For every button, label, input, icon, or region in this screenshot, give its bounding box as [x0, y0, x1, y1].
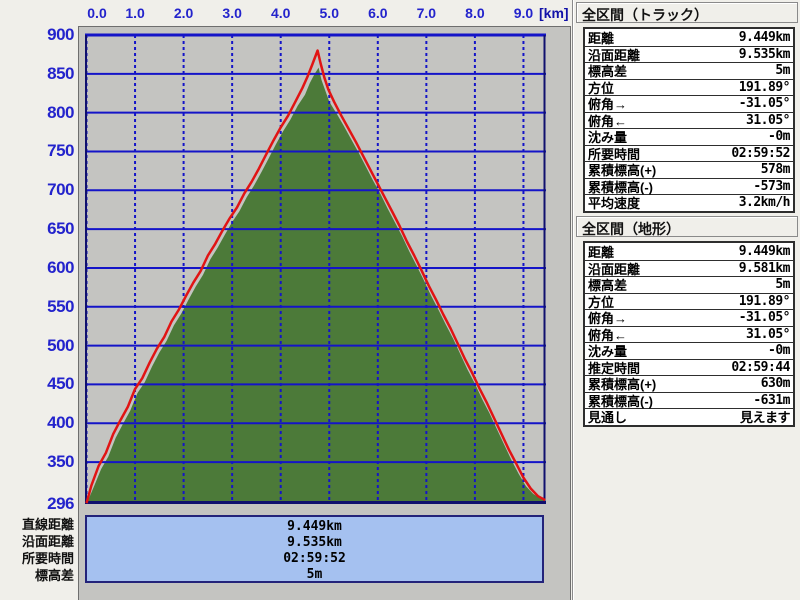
- stat-value: 31.05°: [746, 326, 790, 342]
- x-axis-label: 6.0: [368, 5, 388, 21]
- stat-row: 標高差 5m: [585, 62, 793, 79]
- summary-label: 直線距離: [21, 517, 74, 532]
- stat-row: 沿面距離 9.535km: [585, 45, 793, 63]
- y-axis-label: 296: [47, 494, 74, 513]
- stat-row: 方位 191.89°: [585, 292, 793, 310]
- stat-value: -0m: [768, 343, 790, 359]
- stat-value: 9.581km: [738, 260, 791, 276]
- terrain-area: [86, 67, 546, 504]
- summary-value: 9.449km: [287, 519, 342, 534]
- y-axis-label: 600: [47, 257, 74, 277]
- y-axis-label: 550: [47, 296, 74, 316]
- stat-row: 俯角→ -31.05°: [585, 95, 793, 112]
- stat-value: -573m: [753, 178, 790, 194]
- y-axis-label: 700: [47, 180, 74, 200]
- stat-value: 9.449km: [738, 243, 791, 259]
- stat-value: 191.89°: [738, 293, 791, 309]
- stat-value: 5m: [775, 63, 790, 79]
- stat-value: 02:59:52: [731, 145, 790, 161]
- stat-label: 見通し: [588, 410, 628, 426]
- y-axis-label: 800: [47, 102, 74, 122]
- y-axis-label: 450: [47, 374, 74, 394]
- elevation-profile-window: 900 850 800 750 700 650 600 550 500 450 …: [0, 0, 800, 600]
- stat-value: 5m: [775, 277, 790, 293]
- summary-box: 9.449km 9.535km 02:59:52 5m: [85, 515, 544, 583]
- y-axis-label: 350: [47, 452, 74, 472]
- stat-row: 平均速度 3.2km/h: [585, 194, 793, 211]
- x-axis-label: 5.0: [319, 5, 339, 21]
- stat-value: -0m: [768, 129, 790, 145]
- x-axis-label: 7.0: [416, 5, 437, 21]
- stat-value: 630m: [760, 376, 791, 392]
- stat-value: -31.05°: [738, 310, 791, 326]
- summary-label: 標高差: [34, 568, 74, 583]
- stat-row: 距離 9.449km: [585, 29, 793, 46]
- x-axis-label: 9.0: [513, 5, 534, 21]
- y-axis-label: 900: [47, 25, 74, 44]
- x-axis-label: 0.0: [87, 5, 107, 21]
- x-axis-label: 2.0: [173, 5, 194, 21]
- stat-value: -31.05°: [738, 96, 791, 112]
- stat-row: 俯角← 31.05°: [585, 325, 793, 343]
- x-axis-label: 3.0: [222, 5, 242, 21]
- x-axis-unit-label: [km]: [539, 5, 569, 21]
- summary-value: 5m: [306, 567, 323, 582]
- stat-row: 累積標高(+) 630m: [585, 375, 793, 392]
- summary-value: 9.535km: [287, 535, 342, 550]
- stat-row: 方位 191.89°: [585, 78, 793, 96]
- panel-title-terrain: 全区間（地形）: [576, 216, 798, 237]
- y-axis-label: 500: [47, 335, 74, 355]
- x-axis-label: 8.0: [465, 5, 485, 21]
- stat-row: 俯角← 31.05°: [585, 111, 793, 129]
- stat-row: 沈み量 -0m: [585, 128, 793, 145]
- summary-value: 02:59:52: [283, 551, 346, 566]
- summary-label: 沿面距離: [21, 534, 74, 549]
- stat-row: 累積標高(-) -631m: [585, 391, 793, 409]
- stat-row: 沈み量 -0m: [585, 342, 793, 359]
- stat-label: 平均速度: [588, 196, 641, 212]
- y-axis-label: 650: [47, 219, 74, 239]
- stat-row: 沿面距離 9.581km: [585, 259, 793, 277]
- panel-title-track: 全区間（トラック）: [576, 2, 798, 23]
- stat-value: 02:59:44: [731, 359, 790, 375]
- y-axis-label: 400: [47, 413, 74, 433]
- y-axis-label: 850: [47, 63, 74, 83]
- stat-value: -631m: [753, 392, 790, 408]
- stat-value: 578m: [760, 162, 791, 178]
- stat-row: 推定時間 02:59:44: [585, 358, 793, 376]
- stat-value: 191.89°: [738, 79, 791, 95]
- elevation-chart-svg[interactable]: [85, 33, 546, 505]
- stats-table-terrain: 距離 9.449km 沿面距離 9.581km 標高差 5m 方位 191.89…: [583, 241, 795, 427]
- elevation-chart[interactable]: [85, 33, 546, 505]
- stat-value: 31.05°: [746, 112, 790, 128]
- stats-table-track: 距離 9.449km 沿面距離 9.535km 標高差 5m 方位 191.89…: [583, 27, 795, 213]
- stat-value: 見えます: [739, 411, 791, 427]
- stat-row: 見通し 見えます: [585, 408, 793, 427]
- info-section: 全区間（トラック） 距離 9.449km 沿面距離 9.535km 標高差 5m…: [572, 0, 800, 600]
- stat-value: 3.2km/h: [738, 195, 791, 211]
- stat-row: 距離 9.449km: [585, 243, 793, 260]
- x-axis-label: 4.0: [270, 5, 291, 21]
- stat-value: 9.535km: [738, 46, 791, 62]
- stat-row: 累積標高(-) -573m: [585, 177, 793, 195]
- stat-row: 標高差 5m: [585, 276, 793, 293]
- stat-value: 9.449km: [738, 29, 791, 45]
- x-axis-label: 1.0: [125, 5, 145, 21]
- summary-label: 所要時間: [21, 551, 74, 566]
- stat-row: 俯角→ -31.05°: [585, 309, 793, 326]
- stat-row: 所要時間 02:59:52: [585, 144, 793, 162]
- stat-row: 累積標高(+) 578m: [585, 161, 793, 178]
- y-axis-label: 750: [47, 141, 74, 161]
